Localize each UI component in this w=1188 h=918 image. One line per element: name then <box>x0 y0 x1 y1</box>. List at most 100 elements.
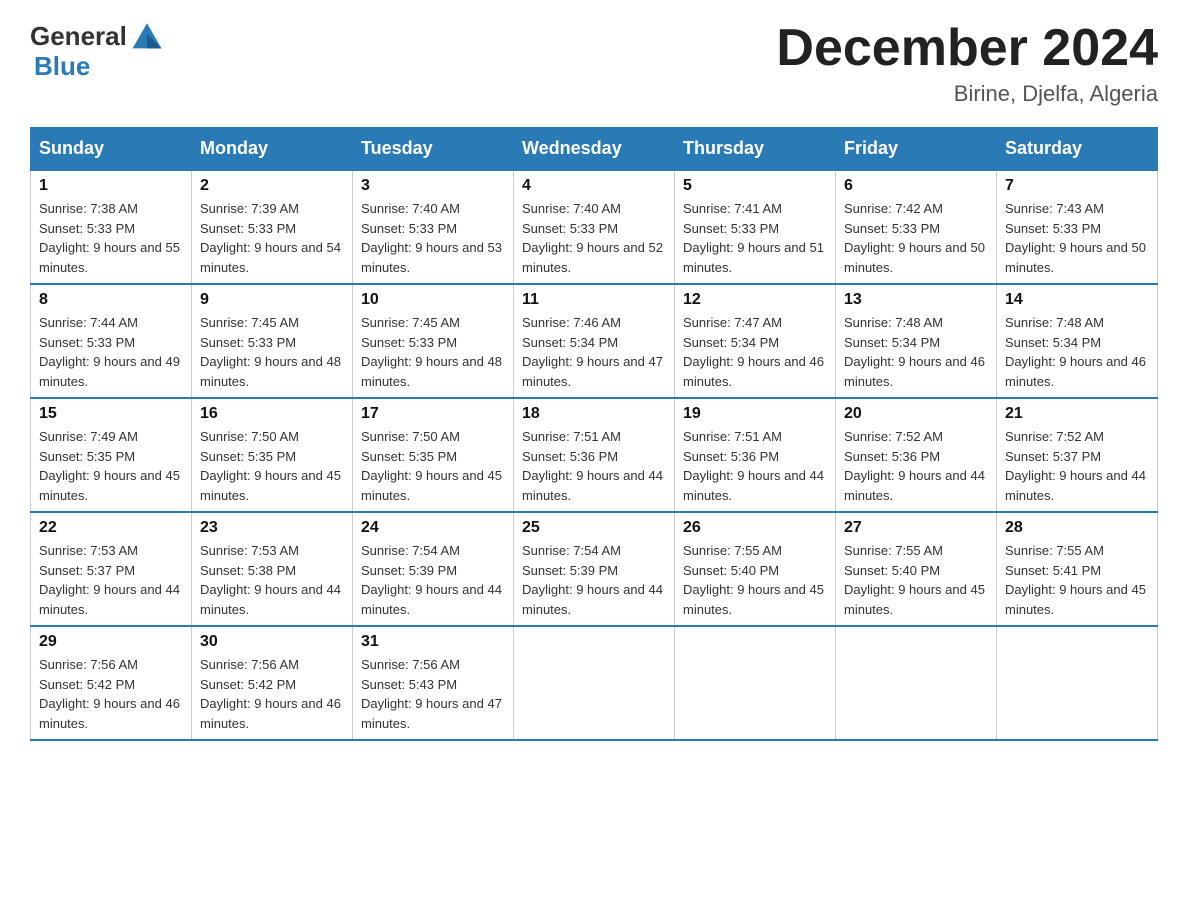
day-number: 22 <box>39 519 183 537</box>
calendar-cell: 18 Sunrise: 7:51 AM Sunset: 5:36 PM Dayl… <box>514 398 675 512</box>
logo-text-general: General <box>30 22 127 51</box>
calendar-cell: 31 Sunrise: 7:56 AM Sunset: 5:43 PM Dayl… <box>353 626 514 740</box>
calendar-cell: 2 Sunrise: 7:39 AM Sunset: 5:33 PM Dayli… <box>192 170 353 284</box>
day-info: Sunrise: 7:41 AM Sunset: 5:33 PM Dayligh… <box>683 199 827 277</box>
calendar-cell: 1 Sunrise: 7:38 AM Sunset: 5:33 PM Dayli… <box>31 170 192 284</box>
day-info: Sunrise: 7:52 AM Sunset: 5:37 PM Dayligh… <box>1005 427 1149 505</box>
day-number: 19 <box>683 405 827 423</box>
calendar-week-3: 15 Sunrise: 7:49 AM Sunset: 5:35 PM Dayl… <box>31 398 1158 512</box>
calendar-cell: 3 Sunrise: 7:40 AM Sunset: 5:33 PM Dayli… <box>353 170 514 284</box>
day-number: 18 <box>522 405 666 423</box>
calendar-cell: 6 Sunrise: 7:42 AM Sunset: 5:33 PM Dayli… <box>836 170 997 284</box>
page-header: General Blue December 2024 Birine, Djelf… <box>30 20 1158 107</box>
day-number: 31 <box>361 633 505 651</box>
calendar-cell: 21 Sunrise: 7:52 AM Sunset: 5:37 PM Dayl… <box>997 398 1158 512</box>
calendar-cell: 16 Sunrise: 7:50 AM Sunset: 5:35 PM Dayl… <box>192 398 353 512</box>
day-info: Sunrise: 7:55 AM Sunset: 5:40 PM Dayligh… <box>844 541 988 619</box>
calendar-cell: 4 Sunrise: 7:40 AM Sunset: 5:33 PM Dayli… <box>514 170 675 284</box>
calendar-cell: 23 Sunrise: 7:53 AM Sunset: 5:38 PM Dayl… <box>192 512 353 626</box>
day-info: Sunrise: 7:53 AM Sunset: 5:38 PM Dayligh… <box>200 541 344 619</box>
day-info: Sunrise: 7:44 AM Sunset: 5:33 PM Dayligh… <box>39 313 183 391</box>
day-number: 1 <box>39 177 183 195</box>
day-number: 13 <box>844 291 988 309</box>
day-info: Sunrise: 7:50 AM Sunset: 5:35 PM Dayligh… <box>200 427 344 505</box>
calendar-cell <box>997 626 1158 740</box>
col-header-monday: Monday <box>192 128 353 171</box>
calendar-cell: 27 Sunrise: 7:55 AM Sunset: 5:40 PM Dayl… <box>836 512 997 626</box>
col-header-tuesday: Tuesday <box>353 128 514 171</box>
calendar-cell: 26 Sunrise: 7:55 AM Sunset: 5:40 PM Dayl… <box>675 512 836 626</box>
day-info: Sunrise: 7:51 AM Sunset: 5:36 PM Dayligh… <box>683 427 827 505</box>
day-number: 28 <box>1005 519 1149 537</box>
day-info: Sunrise: 7:54 AM Sunset: 5:39 PM Dayligh… <box>522 541 666 619</box>
day-info: Sunrise: 7:53 AM Sunset: 5:37 PM Dayligh… <box>39 541 183 619</box>
title-block: December 2024 Birine, Djelfa, Algeria <box>776 20 1158 107</box>
day-number: 14 <box>1005 291 1149 309</box>
calendar-cell: 15 Sunrise: 7:49 AM Sunset: 5:35 PM Dayl… <box>31 398 192 512</box>
day-number: 4 <box>522 177 666 195</box>
day-number: 7 <box>1005 177 1149 195</box>
day-info: Sunrise: 7:50 AM Sunset: 5:35 PM Dayligh… <box>361 427 505 505</box>
calendar-cell: 19 Sunrise: 7:51 AM Sunset: 5:36 PM Dayl… <box>675 398 836 512</box>
day-info: Sunrise: 7:47 AM Sunset: 5:34 PM Dayligh… <box>683 313 827 391</box>
calendar-cell: 7 Sunrise: 7:43 AM Sunset: 5:33 PM Dayli… <box>997 170 1158 284</box>
calendar-cell: 24 Sunrise: 7:54 AM Sunset: 5:39 PM Dayl… <box>353 512 514 626</box>
day-number: 21 <box>1005 405 1149 423</box>
day-info: Sunrise: 7:55 AM Sunset: 5:41 PM Dayligh… <box>1005 541 1149 619</box>
day-number: 12 <box>683 291 827 309</box>
day-info: Sunrise: 7:48 AM Sunset: 5:34 PM Dayligh… <box>844 313 988 391</box>
calendar-cell: 25 Sunrise: 7:54 AM Sunset: 5:39 PM Dayl… <box>514 512 675 626</box>
day-info: Sunrise: 7:40 AM Sunset: 5:33 PM Dayligh… <box>361 199 505 277</box>
day-info: Sunrise: 7:43 AM Sunset: 5:33 PM Dayligh… <box>1005 199 1149 277</box>
day-number: 27 <box>844 519 988 537</box>
day-info: Sunrise: 7:40 AM Sunset: 5:33 PM Dayligh… <box>522 199 666 277</box>
location-subtitle: Birine, Djelfa, Algeria <box>776 81 1158 107</box>
day-info: Sunrise: 7:49 AM Sunset: 5:35 PM Dayligh… <box>39 427 183 505</box>
calendar-cell <box>514 626 675 740</box>
day-number: 9 <box>200 291 344 309</box>
calendar-cell: 20 Sunrise: 7:52 AM Sunset: 5:36 PM Dayl… <box>836 398 997 512</box>
calendar-week-1: 1 Sunrise: 7:38 AM Sunset: 5:33 PM Dayli… <box>31 170 1158 284</box>
calendar-cell: 10 Sunrise: 7:45 AM Sunset: 5:33 PM Dayl… <box>353 284 514 398</box>
calendar-cell: 9 Sunrise: 7:45 AM Sunset: 5:33 PM Dayli… <box>192 284 353 398</box>
day-number: 8 <box>39 291 183 309</box>
calendar-cell: 17 Sunrise: 7:50 AM Sunset: 5:35 PM Dayl… <box>353 398 514 512</box>
day-number: 20 <box>844 405 988 423</box>
day-number: 23 <box>200 519 344 537</box>
day-number: 29 <box>39 633 183 651</box>
calendar-week-2: 8 Sunrise: 7:44 AM Sunset: 5:33 PM Dayli… <box>31 284 1158 398</box>
calendar-week-5: 29 Sunrise: 7:56 AM Sunset: 5:42 PM Dayl… <box>31 626 1158 740</box>
logo: General Blue <box>30 20 165 81</box>
day-number: 11 <box>522 291 666 309</box>
day-info: Sunrise: 7:46 AM Sunset: 5:34 PM Dayligh… <box>522 313 666 391</box>
day-info: Sunrise: 7:55 AM Sunset: 5:40 PM Dayligh… <box>683 541 827 619</box>
calendar-cell: 8 Sunrise: 7:44 AM Sunset: 5:33 PM Dayli… <box>31 284 192 398</box>
calendar-table: Sunday Monday Tuesday Wednesday Thursday… <box>30 127 1158 741</box>
calendar-cell: 30 Sunrise: 7:56 AM Sunset: 5:42 PM Dayl… <box>192 626 353 740</box>
calendar-cell <box>675 626 836 740</box>
col-header-thursday: Thursday <box>675 128 836 171</box>
calendar-header-row: Sunday Monday Tuesday Wednesday Thursday… <box>31 128 1158 171</box>
day-number: 2 <box>200 177 344 195</box>
calendar-cell: 28 Sunrise: 7:55 AM Sunset: 5:41 PM Dayl… <box>997 512 1158 626</box>
day-number: 24 <box>361 519 505 537</box>
day-number: 5 <box>683 177 827 195</box>
day-info: Sunrise: 7:51 AM Sunset: 5:36 PM Dayligh… <box>522 427 666 505</box>
day-number: 16 <box>200 405 344 423</box>
calendar-cell: 12 Sunrise: 7:47 AM Sunset: 5:34 PM Dayl… <box>675 284 836 398</box>
month-title: December 2024 <box>776 20 1158 77</box>
day-info: Sunrise: 7:56 AM Sunset: 5:42 PM Dayligh… <box>39 655 183 733</box>
day-info: Sunrise: 7:45 AM Sunset: 5:33 PM Dayligh… <box>361 313 505 391</box>
col-header-friday: Friday <box>836 128 997 171</box>
col-header-saturday: Saturday <box>997 128 1158 171</box>
day-number: 17 <box>361 405 505 423</box>
day-info: Sunrise: 7:56 AM Sunset: 5:43 PM Dayligh… <box>361 655 505 733</box>
day-info: Sunrise: 7:39 AM Sunset: 5:33 PM Dayligh… <box>200 199 344 277</box>
col-header-wednesday: Wednesday <box>514 128 675 171</box>
day-info: Sunrise: 7:38 AM Sunset: 5:33 PM Dayligh… <box>39 199 183 277</box>
day-info: Sunrise: 7:48 AM Sunset: 5:34 PM Dayligh… <box>1005 313 1149 391</box>
calendar-cell: 5 Sunrise: 7:41 AM Sunset: 5:33 PM Dayli… <box>675 170 836 284</box>
logo-icon <box>129 16 165 52</box>
day-number: 3 <box>361 177 505 195</box>
calendar-cell: 29 Sunrise: 7:56 AM Sunset: 5:42 PM Dayl… <box>31 626 192 740</box>
